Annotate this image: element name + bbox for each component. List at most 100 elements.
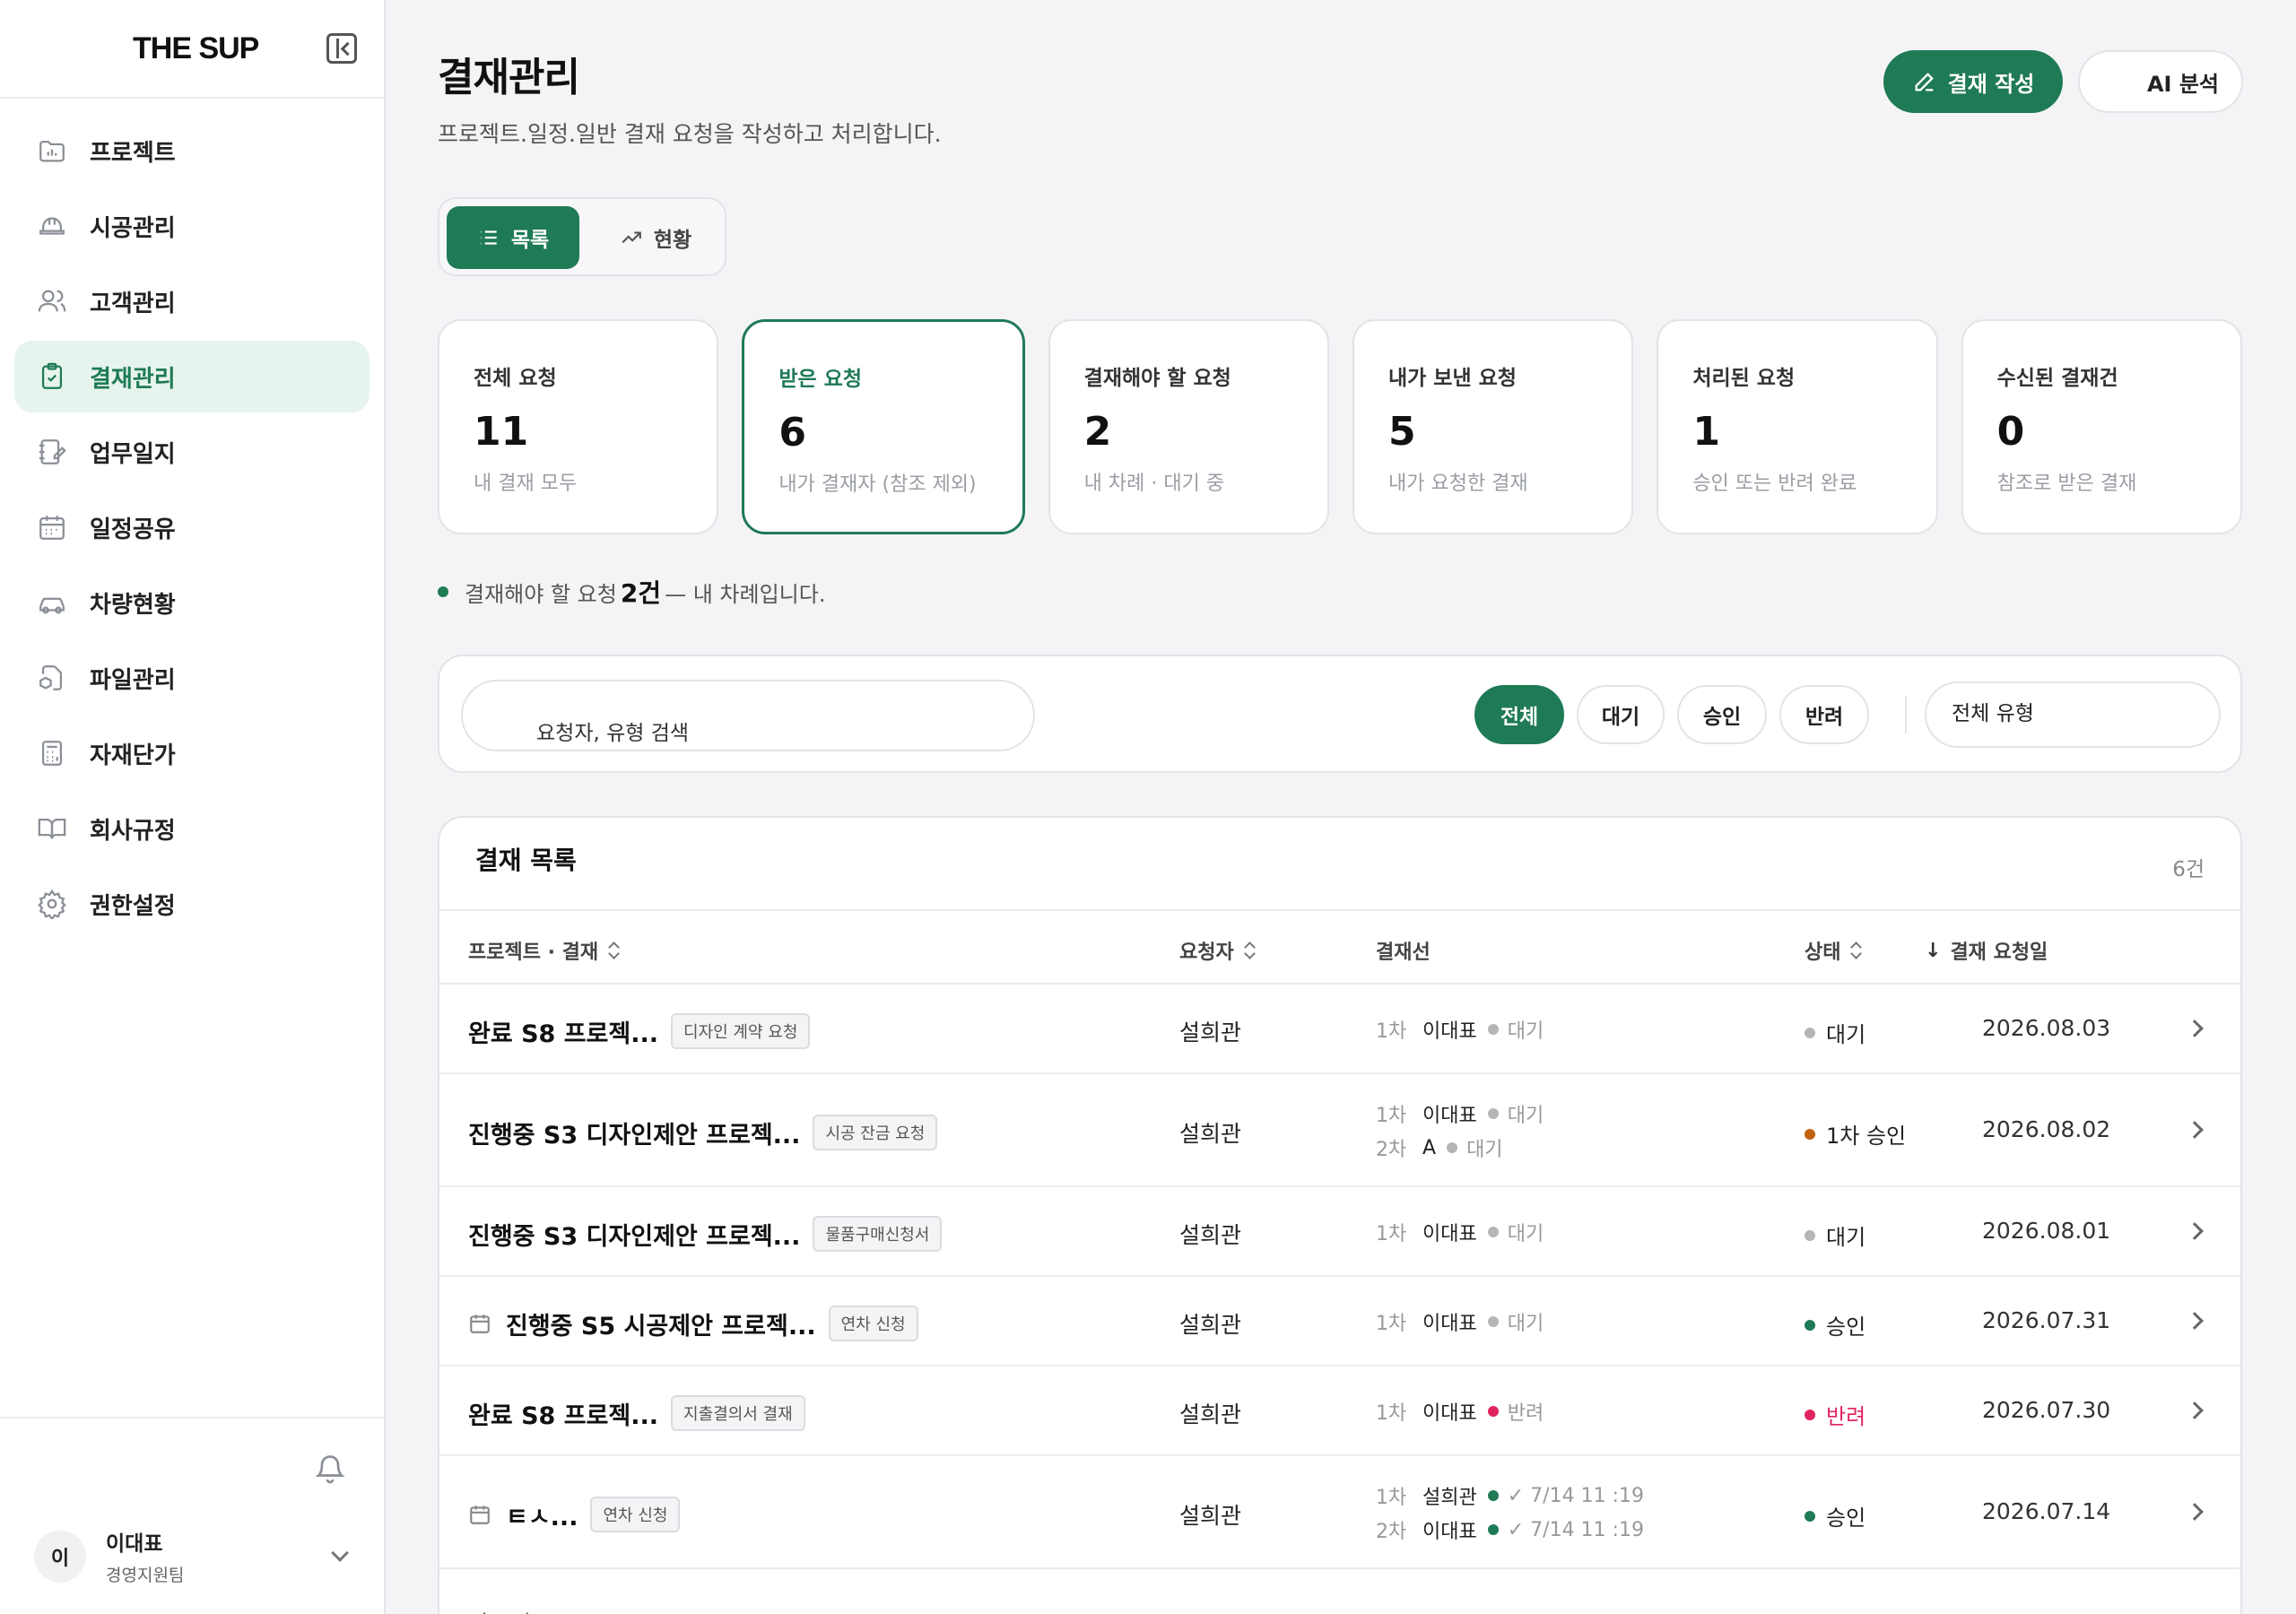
table-footer: 총 6건 (475, 1607, 530, 1614)
trend-up-icon (622, 231, 641, 244)
search-input[interactable]: 요청자, 유형 검색 (461, 680, 1035, 751)
approval-state-dot (1487, 1024, 1499, 1035)
filter-chip-all[interactable]: 전체 (1474, 685, 1564, 744)
sidebar-item-1[interactable]: 시공관리 (14, 190, 370, 262)
view-tabs: 목록 현황 (438, 197, 726, 276)
sidebar-item-7[interactable]: 파일관리 (14, 642, 370, 714)
stat-cards: 전체 요청 11 내 결재 모두 받은 요청 6 내가 결재자 (참조 제외) 결재해야 할… (438, 319, 2242, 534)
row-type-tag: 연차 신청 (828, 1306, 918, 1341)
row-type-tag: 연차 신청 (590, 1497, 681, 1532)
approval-step-order: 1차 (1376, 1105, 1407, 1127)
stat-card[interactable]: 처리된 요청 1 승인 또는 반려 완료 (1657, 319, 1938, 534)
row-date: 2026.07.14 (1982, 1498, 2111, 1524)
col-requester[interactable]: 요청자 (1179, 936, 1254, 965)
row-status: 대기 (1805, 1017, 1866, 1048)
chevron-right-icon[interactable] (2186, 1020, 2204, 1037)
col-status[interactable]: 상태 (1805, 936, 1860, 965)
table-row[interactable]: 진행중 S5 시공제안 프로젝... 연차 신청 설희관 1차 이대표 대기 승인 2026.… (439, 1277, 2240, 1367)
chevron-right-icon[interactable] (2186, 1312, 2204, 1330)
status-dot (1805, 1510, 1815, 1522)
approval-state-dot (1487, 1108, 1499, 1119)
row-requester: 설희관 (1179, 1401, 1242, 1427)
row-title-cell: 진행중 S3 디자인제안 프로젝... 물품구매신청서 (468, 1216, 943, 1252)
filter-chip-approved[interactable]: 승인 (1677, 685, 1767, 744)
type-select[interactable]: 전체 유형 (1925, 681, 2221, 748)
stat-value: 6 (778, 410, 806, 456)
stat-label: 받은 요청 (778, 368, 862, 391)
sidebar-collapse-icon[interactable] (326, 33, 357, 64)
approver-name: 이대표 (1422, 1402, 1477, 1425)
table-row[interactable]: ㅌㅅ... 연차 신청 설희관 1차 설희관 ✓ 7/14 11 :19 2차 이대표 ✓ 7/… (439, 1456, 2240, 1569)
filter-chip-pending[interactable]: 대기 (1577, 685, 1665, 744)
row-requester: 설희관 (1179, 1503, 1242, 1529)
status-badge: 반려 (1826, 1404, 1866, 1429)
approval-state: 반려 (1507, 1402, 1544, 1425)
table-count: 6건 (2172, 858, 2205, 881)
sidebar-item-10[interactable]: 권한설정 (14, 868, 370, 940)
row-requester: 설희관 (1179, 1222, 1242, 1248)
stat-desc: 내가 요청한 결재 (1387, 473, 1528, 495)
table-row[interactable]: 진행중 S3 디자인제안 프로젝... 물품구매신청서 설희관 1차 이대표 대기 대기 20… (439, 1187, 2240, 1277)
notice-prefix: 결재해야 할 요청 (465, 582, 617, 607)
book-open-icon (36, 814, 68, 843)
chevron-right-icon[interactable] (2186, 1222, 2204, 1240)
filter-chip-rejected[interactable]: 반려 (1779, 685, 1869, 744)
stat-card[interactable]: 받은 요청 6 내가 결재자 (참조 제외) (742, 319, 1025, 534)
stat-card[interactable]: 수신된 결재건 0 참조로 받은 결재 (1961, 319, 2242, 534)
stat-card[interactable]: 결재해야 할 요청 2 내 차례 · 대기 중 (1048, 319, 1329, 534)
approval-state: 대기 (1507, 1223, 1544, 1245)
brand-bar: THE SUP (0, 0, 384, 99)
chevron-right-icon[interactable] (2186, 1401, 2204, 1419)
col-date[interactable]: ↓ 결재 요청일 (1925, 936, 2048, 965)
bell-icon[interactable] (314, 1451, 346, 1487)
row-title: 진행중 S3 디자인제안 프로젝... (468, 1222, 801, 1251)
ai-analysis-label: AI 분석 (2146, 71, 2220, 97)
table-title: 결재 목록 (475, 846, 577, 875)
tab-status-label: 현황 (653, 229, 692, 252)
approval-state: ✓ 7/14 11 :19 (1507, 1484, 1644, 1507)
ai-analysis-button[interactable]: AI 분석 (2078, 50, 2243, 113)
user-menu[interactable]: 이 이대표 경영지원팀 (34, 1526, 357, 1586)
stat-value: 2 (1083, 409, 1112, 455)
chevron-right-icon[interactable] (2186, 1121, 2204, 1139)
create-approval-button[interactable]: 결재 작성 (1883, 50, 2063, 113)
calendar-icon (468, 1312, 491, 1335)
col-project[interactable]: 프로젝트 · 결재 (468, 936, 618, 965)
table-row[interactable]: 완료 S8 프로젝... 디자인 계약 요청 설희관 1차 이대표 대기 대기 2026.08… (439, 985, 2240, 1074)
sidebar-item-label: 업무일지 (90, 440, 176, 468)
stat-card[interactable]: 내가 보낸 요청 5 내가 요청한 결재 (1352, 319, 1634, 534)
sidebar-item-3[interactable]: 결재관리 (14, 341, 370, 412)
table-row[interactable]: 진행중 S3 디자인제안 프로젝... 시공 잔금 요청 설희관 1차 이대표 대기 2차 A… (439, 1074, 2240, 1187)
sidebar-item-5[interactable]: 일정공유 (14, 491, 370, 563)
row-title: ㅌㅅ... (506, 1503, 578, 1532)
sidebar-item-4[interactable]: 업무일지 (14, 416, 370, 488)
sidebar-item-6[interactable]: 차량현황 (14, 567, 370, 638)
tab-status[interactable]: 현황 (597, 206, 714, 269)
row-status: 1차 승인 (1805, 1118, 1906, 1150)
sidebar-item-9[interactable]: 회사규정 (14, 793, 370, 864)
sidebar-item-8[interactable]: 자재단가 (14, 717, 370, 789)
sidebar-item-2[interactable]: 고객관리 (14, 265, 370, 337)
file-box-icon (36, 664, 68, 692)
approval-state-dot (1487, 1524, 1499, 1535)
approval-step: 2차 이대표 ✓ 7/14 11 :19 (1376, 1513, 1644, 1547)
table-row[interactable]: 완료 S8 프로젝... 지출결의서 결재 설희관 1차 이대표 반려 반려 2026.07.… (439, 1367, 2240, 1456)
approval-step-order: 1차 (1376, 1487, 1407, 1509)
pencil-icon (1915, 73, 1934, 91)
col-approval-line: 결재선 (1376, 936, 1431, 965)
tab-list[interactable]: 목록 (447, 206, 579, 269)
row-date: 2026.07.30 (1982, 1397, 2111, 1423)
approval-state-dot (1487, 1316, 1499, 1327)
sidebar-item-0[interactable]: 프로젝트 (14, 115, 370, 187)
approver-name: 설희관 (1422, 1487, 1477, 1509)
approval-step-order: 2차 (1376, 1521, 1407, 1543)
chevron-right-icon[interactable] (2186, 1503, 2204, 1521)
approval-state: 대기 (1507, 1313, 1544, 1335)
row-type-tag: 디자인 계약 요청 (671, 1013, 811, 1049)
row-date: 2026.08.01 (1982, 1218, 2111, 1244)
stat-card[interactable]: 전체 요청 11 내 결재 모두 (438, 319, 719, 534)
approval-step-order: 1차 (1376, 1223, 1407, 1245)
approval-state: ✓ 7/14 11 :19 (1507, 1518, 1644, 1541)
row-title: 완료 S8 프로젝... (468, 1020, 659, 1048)
approval-step-order: 1차 (1376, 1313, 1407, 1335)
